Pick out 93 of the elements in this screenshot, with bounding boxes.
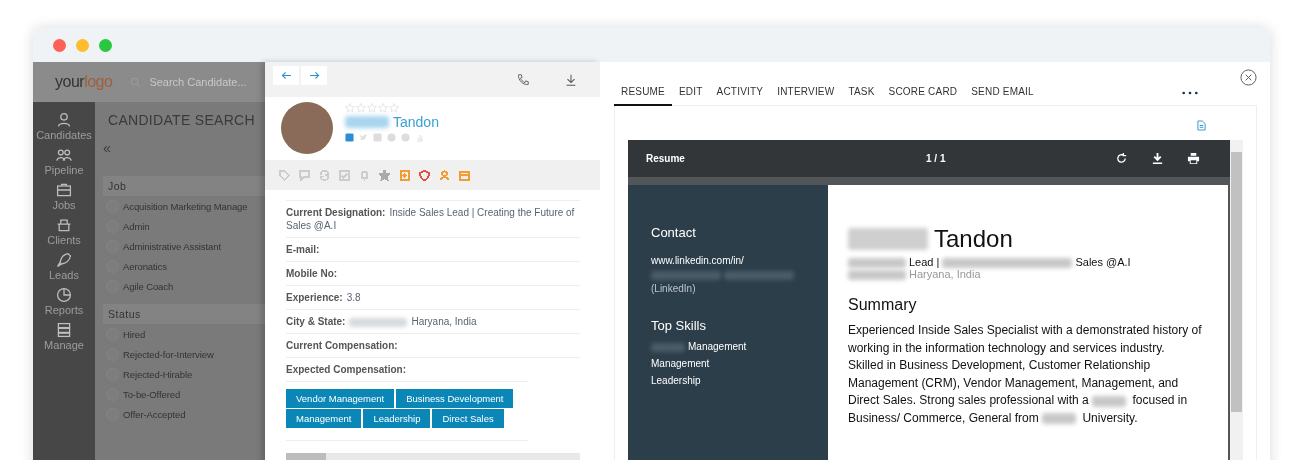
minimize-window-icon[interactable] [76, 38, 89, 52]
skill-tag[interactable]: Leadership [363, 409, 431, 428]
comment-icon[interactable] [299, 169, 310, 181]
option-label: Agile Coach [123, 281, 174, 292]
person-icon[interactable] [439, 169, 450, 181]
nav-item[interactable]: Clients [47, 217, 81, 246]
facebook-icon[interactable] [373, 133, 382, 142]
print-icon[interactable] [1187, 152, 1200, 165]
nav-item[interactable]: Leads [49, 252, 79, 281]
location: Haryana, India [848, 268, 1208, 281]
calendar-icon[interactable] [459, 169, 470, 181]
scrollbar[interactable] [1230, 140, 1243, 460]
candidate-name: Tandon [393, 114, 439, 130]
option-label: Aeronatics [123, 261, 167, 272]
document-icon[interactable] [1197, 120, 1206, 131]
field-text: Current Compensation: [286, 339, 399, 352]
nav-item[interactable]: Manage [44, 322, 84, 351]
maximize-window-icon[interactable] [99, 38, 112, 52]
shield-icon[interactable] [419, 169, 430, 181]
skype-icon[interactable] [401, 133, 410, 142]
bell-icon[interactable] [359, 169, 370, 181]
option-label: Hired [123, 329, 146, 340]
viewer-title: Resume [646, 153, 686, 164]
twitter-icon[interactable] [359, 133, 368, 142]
linkedin-icon[interactable] [345, 133, 354, 142]
person-icon [56, 112, 72, 128]
section-heading: Contact [651, 225, 697, 240]
right-arrow-icon [308, 71, 320, 80]
field-text: Mobile No: [286, 267, 339, 280]
download-icon[interactable] [1151, 152, 1164, 165]
people-icon [56, 147, 72, 163]
option-label: Acquisition Marketing Manage [123, 201, 248, 212]
field-text: E-mail: [286, 243, 321, 256]
blurred-text [345, 115, 389, 129]
check-icon[interactable] [339, 169, 350, 181]
rotate-icon[interactable] [1115, 152, 1128, 165]
page-title: CANDIDATE SEARCH [108, 112, 256, 128]
option-label: Rejected-for-Interview [123, 349, 214, 360]
tab[interactable]: SEND EMAIL [964, 86, 1041, 106]
scrollbar[interactable] [286, 453, 580, 460]
summary-paragraph: Experienced Inside Sales Specialist with a demonstrated history of working in the information technology and services industry. Skilled in Business Development, Customer Relationship Management (CRM), Vendor Management, Management, and Direct Sales. Strong sales professional with a focused in Business/ Commerce, General from University. [848, 322, 1203, 428]
option-label: Offer-Accepted [123, 409, 186, 420]
stack-icon[interactable] [415, 133, 424, 142]
close-icon[interactable] [1240, 69, 1257, 86]
back-button[interactable] [273, 66, 299, 85]
headline: Lead | Sales @A.I [848, 256, 1208, 269]
option-label: Admin [123, 221, 150, 232]
server-icon [56, 322, 72, 338]
option-label: To-be-Offered [123, 389, 181, 400]
nav-item[interactable]: Pipeline [44, 147, 84, 176]
resume-name: Tandon [934, 225, 1013, 253]
login-icon[interactable] [399, 169, 410, 181]
section-heading: Top Skills [651, 318, 707, 333]
section-header: Status [103, 304, 265, 324]
tab[interactable]: INTERVIEW [770, 86, 842, 106]
tab[interactable]: EDIT [672, 86, 710, 106]
pie-icon [56, 287, 72, 303]
nav-item[interactable]: Candidates [36, 112, 92, 141]
more-icon[interactable] [1181, 91, 1199, 95]
phone-icon[interactable] [516, 72, 530, 87]
nav-item[interactable]: Reports [44, 287, 84, 316]
skill-item: Management [651, 357, 711, 371]
skill-tag[interactable]: Business Development [396, 389, 514, 408]
field-text: Current Designation: Inside Sales Lead | Creating the Future of Sales @A.I [286, 206, 576, 232]
tab[interactable]: TASK [841, 86, 882, 106]
field-text: City & State: Haryana, India [286, 315, 478, 328]
page-counter: 1 / 1 [926, 153, 947, 164]
field-text: Experience: 3.8 [286, 291, 362, 304]
skill-item: Management [651, 338, 801, 355]
collapse-button[interactable]: « [103, 140, 117, 156]
briefcase-icon [56, 182, 72, 198]
logo: yourlogo [55, 73, 113, 91]
globe-icon[interactable] [387, 133, 396, 142]
section-header: Job [103, 176, 265, 196]
option-label: Administrative Assistant [123, 241, 221, 252]
tag-icon[interactable] [279, 169, 290, 181]
tab[interactable]: ACTIVITY [709, 86, 771, 106]
star-icon[interactable] [379, 169, 390, 181]
option-label: Rejected-Hirable [123, 369, 193, 380]
search-field[interactable]: Search Candidate... [149, 76, 250, 88]
tab[interactable]: RESUME [614, 86, 672, 106]
left-arrow-icon [280, 71, 292, 80]
section-heading: Summary [848, 296, 918, 315]
nav-item[interactable]: Jobs [52, 182, 76, 211]
tab[interactable]: SCORE CARD [881, 86, 965, 106]
forward-button[interactable] [301, 66, 327, 85]
skill-tag[interactable]: Direct Sales [432, 409, 504, 428]
field-text: Expected Compensation: [286, 363, 408, 376]
close-window-icon[interactable] [53, 38, 66, 52]
skill-tag[interactable]: Management [286, 409, 362, 428]
photo-placeholder [281, 102, 333, 154]
skill-tag[interactable]: Vendor Management [286, 389, 395, 408]
skill-item: Leadership [651, 374, 702, 388]
